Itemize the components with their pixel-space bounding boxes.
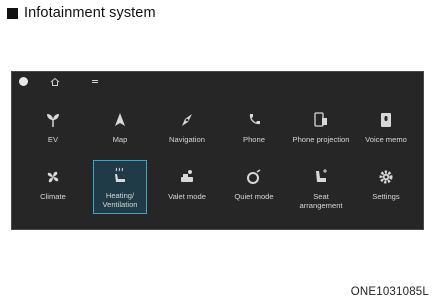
gear-icon: [379, 170, 393, 184]
app-settings[interactable]: Settings: [356, 162, 416, 214]
plant-icon: [47, 114, 59, 127]
app-map[interactable]: Map: [90, 105, 150, 157]
phone-projection-icon: [314, 112, 327, 127]
app-phone[interactable]: Phone: [224, 105, 284, 157]
valet-icon: [181, 170, 193, 182]
quiet-icon: [247, 169, 261, 184]
app-label: Map: [112, 135, 128, 144]
app-label: Climate: [40, 192, 66, 201]
app-label: Settings: [372, 192, 400, 201]
heading-title: Infotainment system: [24, 5, 156, 21]
app-label: Phone: [243, 135, 265, 144]
compass-icon: [182, 114, 192, 126]
voice-memo-icon: [381, 113, 391, 127]
home-icon[interactable]: [49, 76, 61, 88]
app-quiet-mode[interactable]: Quiet mode: [224, 162, 284, 214]
top-bar: [12, 72, 423, 92]
heading-square-icon: [7, 7, 18, 19]
app-label: Heating/ Ventilation: [102, 191, 138, 209]
figure-code: ONE1031085L: [350, 286, 429, 298]
app-navigation[interactable]: Navigation: [157, 105, 217, 157]
brightness-icon[interactable]: [19, 77, 28, 86]
seat-icon: [316, 169, 327, 182]
app-label: Voice memo: [365, 135, 407, 144]
app-heating-ventilation[interactable]: Heating/ Ventilation: [93, 160, 147, 214]
app-label: Navigation: [169, 135, 205, 144]
app-voice-memo[interactable]: Voice memo: [356, 105, 416, 157]
app-seat-arrangement[interactable]: Seat arrangement: [291, 162, 351, 214]
app-ev[interactable]: EV: [23, 105, 83, 157]
app-label: Seat arrangement: [299, 192, 343, 210]
app-label: Valet mode: [168, 192, 206, 201]
section-heading: Infotainment system: [7, 5, 156, 21]
app-label: Quiet mode: [234, 192, 274, 201]
infotainment-screen: EV Map Navigation Phone Phone projection…: [11, 71, 424, 230]
menu-icon[interactable]: [90, 77, 100, 87]
app-label: EV: [47, 135, 59, 144]
app-valet-mode[interactable]: Valet mode: [157, 162, 217, 214]
fan-icon: [47, 171, 59, 183]
app-phone-projection[interactable]: Phone projection: [291, 105, 351, 157]
arrow-icon: [115, 113, 125, 126]
app-label: Phone projection: [292, 135, 350, 144]
seat-heat-icon: [115, 167, 125, 182]
app-climate[interactable]: Climate: [23, 162, 83, 214]
phone-icon: [249, 114, 260, 125]
